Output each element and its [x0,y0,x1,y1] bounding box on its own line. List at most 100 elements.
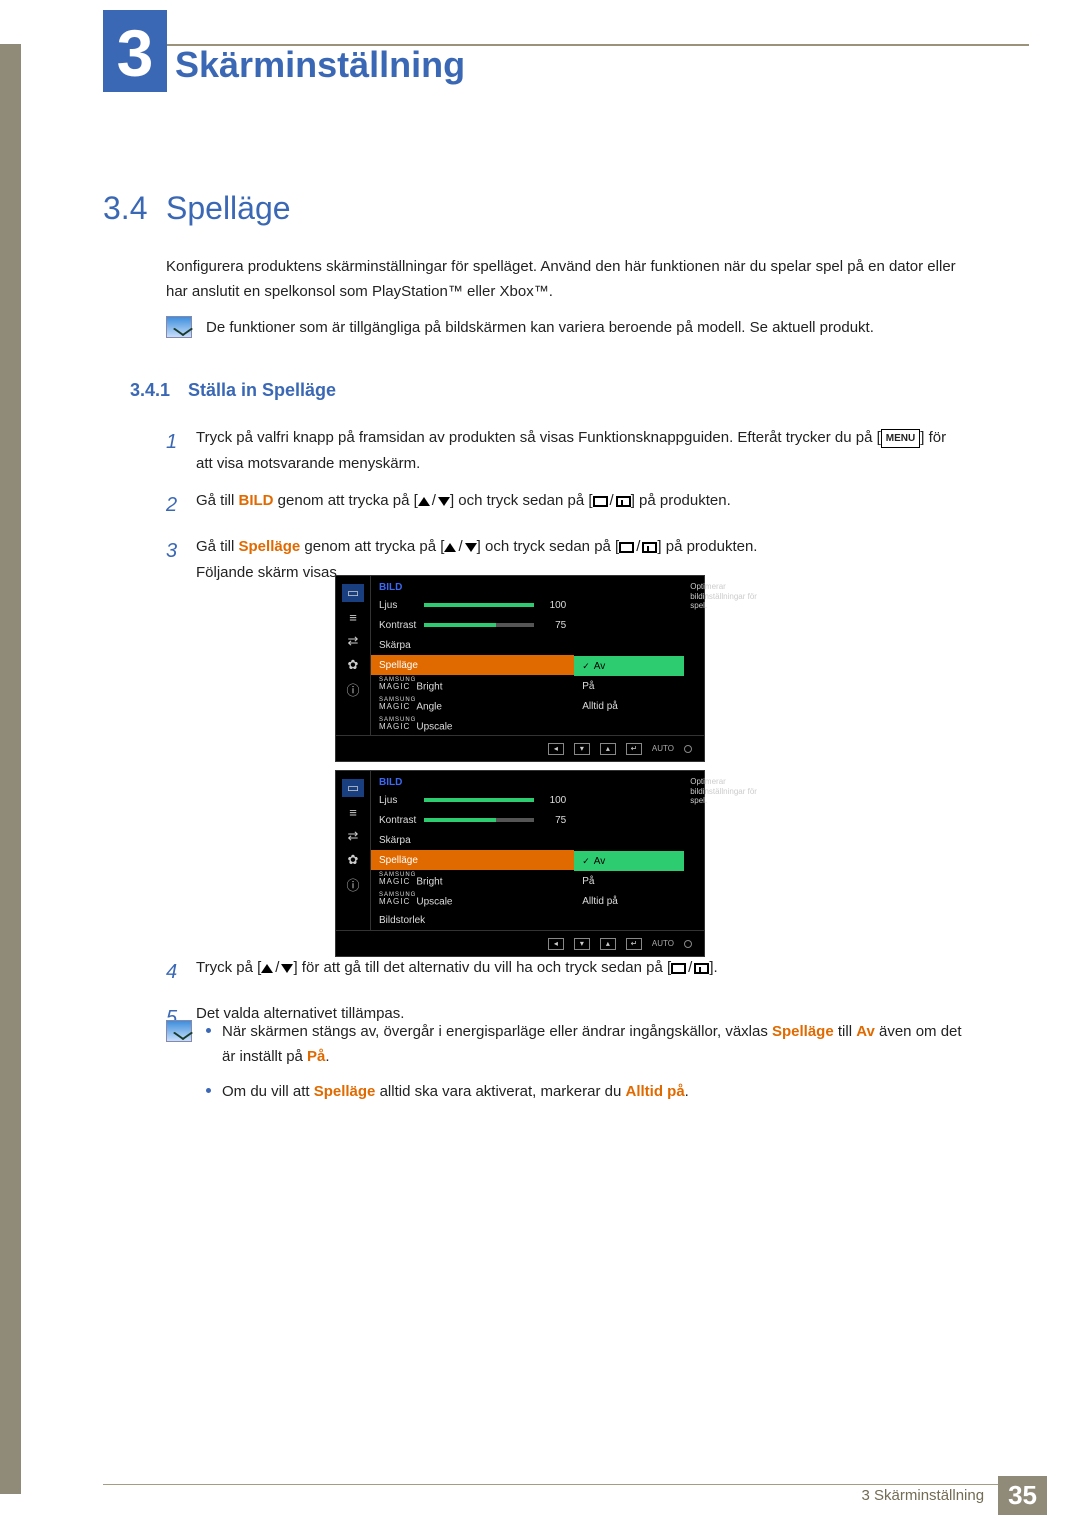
osd-row-ljus: Ljus 100 [371,790,574,810]
osd-options: Av På Alltid på [574,771,684,930]
osd-row-magic-angle: SAMSUNGMAGICAngle [371,695,574,715]
osd-option-av: Av [574,851,684,871]
select-enter-icon: / [671,955,709,981]
osd-value: 100 [542,600,566,611]
menu-icon: MENU [881,429,920,448]
osd-label: Kontrast [379,620,416,631]
osd-value: 75 [542,815,566,826]
osd-option-alltid: Alltid på [574,891,684,911]
nav-up-icon: ▴ [600,938,616,950]
osd-icon-column: ▭ ≡ ⇄ ✿ ⓘ [336,771,371,930]
select-enter-icon: / [593,488,631,514]
nb1-bold1: Spelläge [772,1023,834,1040]
updown-icon: / [261,955,293,981]
osd-screenshot-1: ▭ ≡ ⇄ ✿ ⓘ BILD Ljus 100 Kontrast [335,575,705,762]
nb1-a: När skärmen stängs av, övergår i energis… [222,1023,772,1040]
osd-label: Bright [416,681,442,692]
osd-row-spellage: Spelläge [371,850,574,870]
osd-screenshot-2: ▭ ≡ ⇄ ✿ ⓘ BILD Ljus 100 Kontrast [335,770,705,957]
osd-row-ljus: Ljus 100 [371,595,574,615]
osd-heading: BILD [371,771,574,790]
osd-row-bildstorlek: Bildstorlek [371,910,574,930]
step4-b: ] för att gå till det alternativ du vill… [293,959,671,976]
arrows-icon: ⇄ [342,632,364,650]
updown-icon: / [444,534,476,560]
list-icon: ≡ [342,803,364,821]
footer-chapter-label: 3 Skärminställning [862,1487,985,1504]
osd-row-magic-upscale: SAMSUNGMAGICUpscale [371,715,574,735]
step4-c: ]. [709,959,717,976]
nav-enter-icon: ↵ [626,938,642,950]
nav-down-icon: ▾ [574,743,590,755]
osd-label: Bildstorlek [379,915,566,926]
info-icon: ⓘ [342,875,364,893]
step-number: 4 [166,955,182,989]
osd-row-magic-bright: SAMSUNGMAGICBright [371,870,574,890]
osd-label: Spelläge [379,855,566,866]
section-number: 3.4 [103,190,147,227]
page-number: 35 [998,1476,1047,1515]
nav-power-icon [684,940,692,948]
nb2-bold2: Alltid på [626,1083,685,1100]
side-bar [0,44,21,1494]
step3-d: ] på produkten. [657,538,757,555]
note-bottom-1: När skärmen stängs av, övergår i energis… [206,1020,966,1070]
list-icon: ≡ [342,608,364,626]
chapter-title: Skärminställning [175,44,465,86]
osd-heading: BILD [371,576,574,595]
nb2-c: . [685,1083,689,1100]
osd-row-spellage: Spelläge [371,655,574,675]
step-2: 2 Gå till BILD genom att trycka på [/] o… [166,488,966,522]
step4-a: Tryck på [ [196,959,261,976]
osd-value: 75 [542,620,566,631]
step2-b: genom att trycka på [ [274,492,418,509]
osd-hint: Optimerar bildinställningar för spel. [684,771,764,930]
osd-label: Ljus [379,600,416,611]
osd-option-alltid: Alltid på [574,696,684,716]
subsection-number: 3.4.1 [130,380,170,401]
nb2-b: alltid ska vara aktiverat, markerar du [375,1083,625,1100]
step-number: 1 [166,425,182,476]
osd-icon-column: ▭ ≡ ⇄ ✿ ⓘ [336,576,371,735]
nav-left-icon: ◂ [548,938,564,950]
step3-c: ] och tryck sedan på [ [477,538,620,555]
step-4: 4 Tryck på [/] för att gå till det alter… [166,955,966,989]
section-title: Spelläge [166,190,291,227]
nb1-d: . [325,1048,329,1065]
updown-icon: / [418,488,450,514]
osd-row-magic-upscale: SAMSUNGMAGICUpscale [371,890,574,910]
note-top: De funktioner som är tillgängliga på bil… [166,316,966,340]
osd-option-pa: På [574,871,684,891]
step2-c: ] och tryck sedan på [ [450,492,593,509]
nb1-bold2: Av [856,1023,875,1040]
nb2-a: Om du vill att [222,1083,314,1100]
note-icon [166,316,192,338]
osd-label: Kontrast [379,815,416,826]
nav-enter-icon: ↵ [626,743,642,755]
osd-option-pa: På [574,676,684,696]
step1-text-a: Tryck på valfri knapp på framsidan av pr… [196,429,881,446]
nav-auto: AUTO [652,744,674,753]
osd-row-kontrast: Kontrast 75 [371,810,574,830]
select-enter-icon: / [619,534,657,560]
osd-label: Skärpa [379,835,566,846]
step2-bold: BILD [239,492,274,509]
osd-row-magic-bright: SAMSUNGMAGICBright [371,675,574,695]
osd-option-av: Av [574,656,684,676]
gear-icon: ✿ [342,851,364,869]
nb1-b: till [834,1023,857,1040]
osd-label: Upscale [416,896,452,907]
step2-d: ] på produkten. [631,492,731,509]
section-intro: Konfigurera produktens skärminställninga… [166,255,966,305]
osd-label: Ljus [379,795,416,806]
osd-row-skarpa: Skärpa [371,635,574,655]
info-icon: ⓘ [342,680,364,698]
step3-b: genom att trycka på [ [300,538,444,555]
nb1-bold3: På [307,1048,325,1065]
steps: 1 Tryck på valfri knapp på framsidan av … [166,425,966,597]
osd-label: Spelläge [379,660,566,671]
arrows-icon: ⇄ [342,827,364,845]
nb2-bold1: Spelläge [314,1083,376,1100]
nav-power-icon [684,745,692,753]
note-top-text: De funktioner som är tillgängliga på bil… [206,316,874,340]
